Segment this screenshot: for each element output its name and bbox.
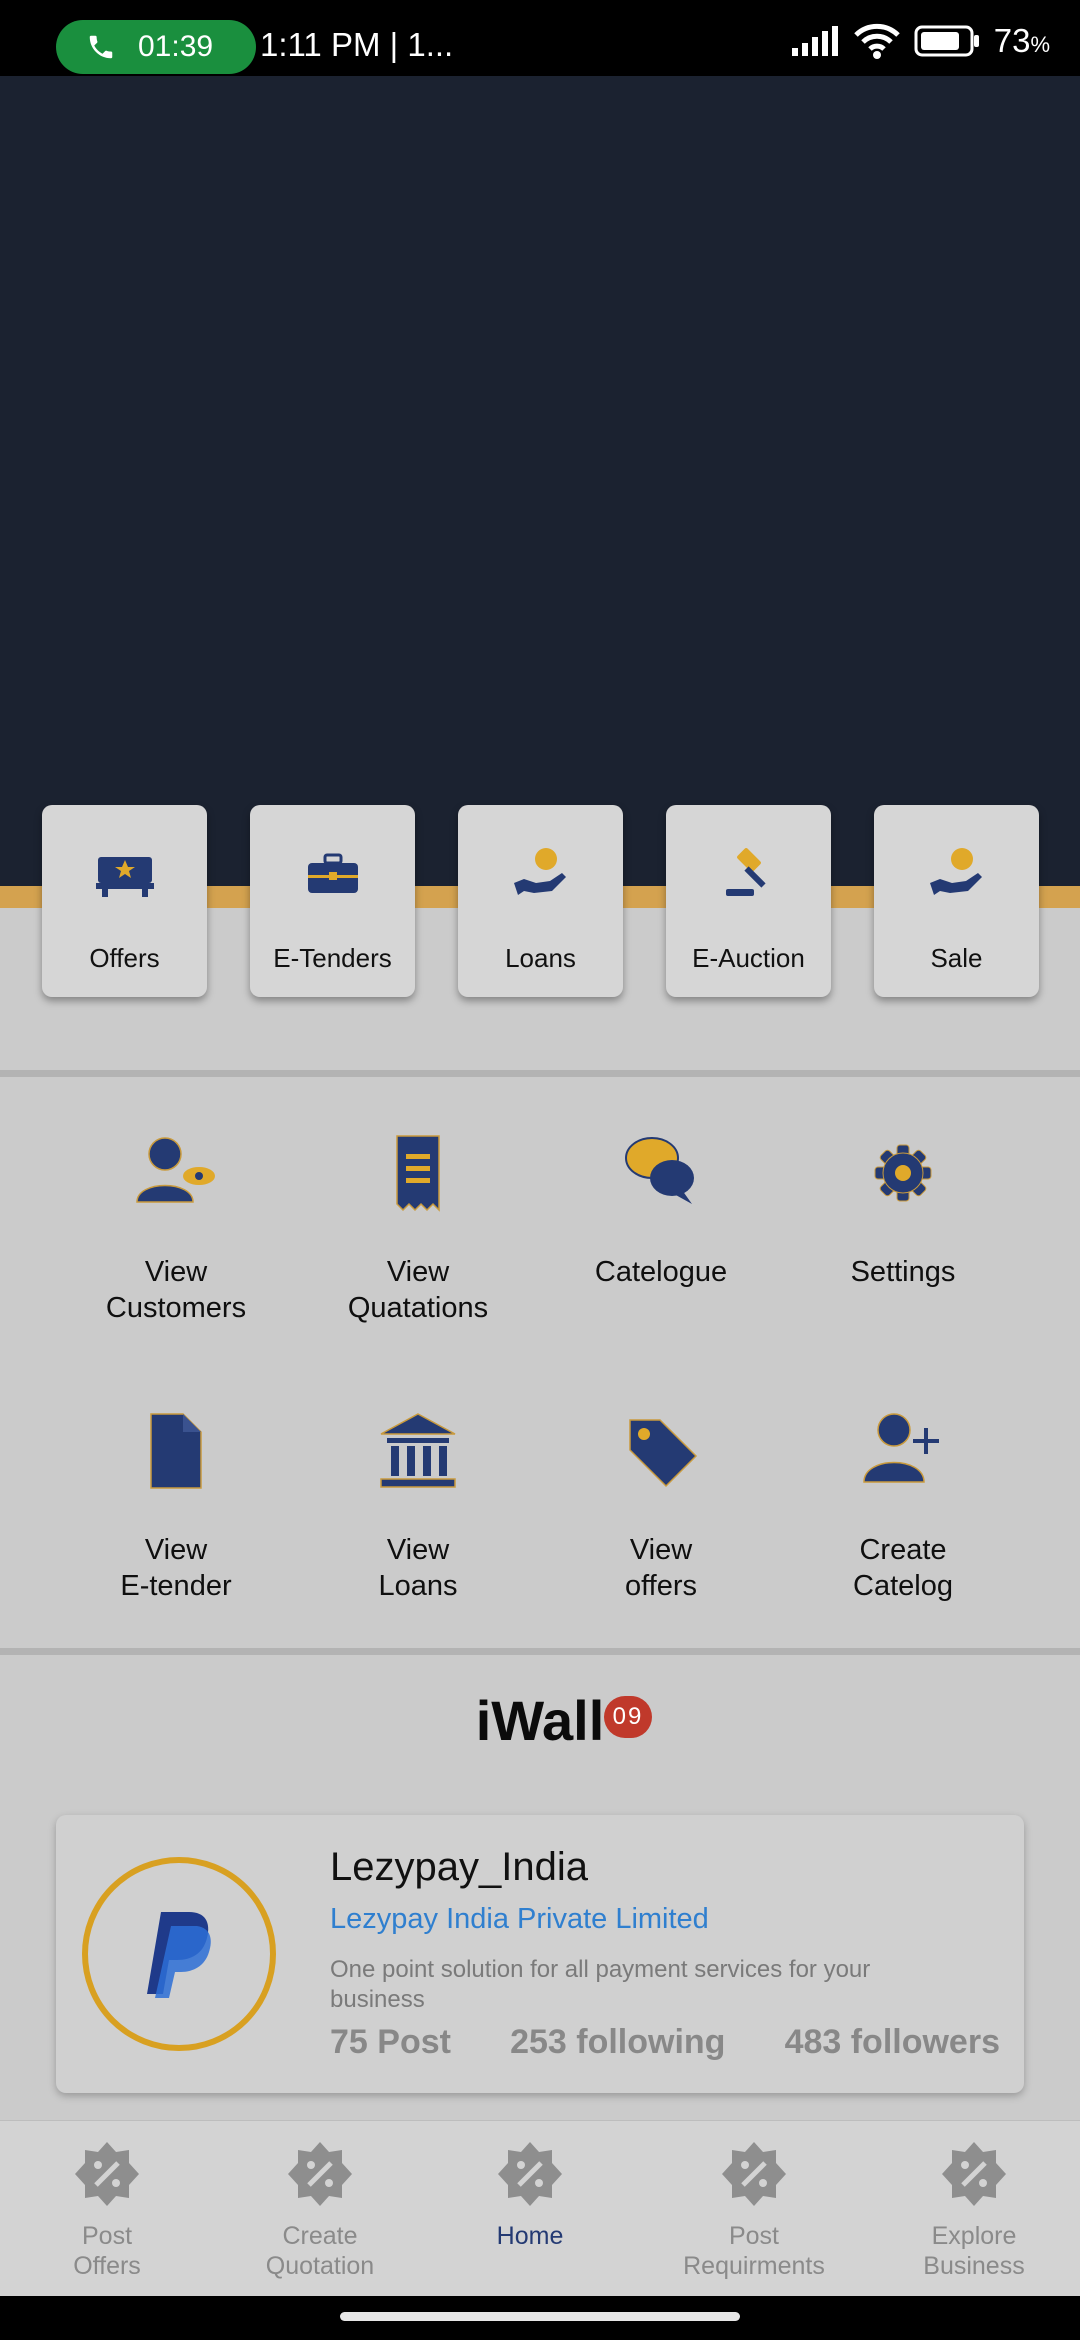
quick-action-label: E-Auction: [692, 943, 805, 973]
grid-item-label: View Customers: [105, 1256, 247, 1324]
tag-icon: [629, 1419, 698, 1488]
signal-icon: [791, 26, 838, 56]
quick-action-label: E-Tenders: [273, 943, 392, 973]
followers-count[interactable]: 483 followers: [785, 2023, 1000, 2062]
grid-item-settings[interactable]: Settings: [783, 1128, 1023, 1290]
quick-action-e-tenders[interactable]: E-Tenders: [250, 805, 415, 997]
post-count[interactable]: 75 Post: [330, 2023, 451, 2062]
profile-description: One point solution for all payment servi…: [330, 1956, 871, 2013]
avatar[interactable]: [82, 1857, 276, 2051]
hero-banner: [0, 76, 1080, 886]
status-bar: 01:39 1:11 PM | 1... 73%: [0, 0, 1080, 76]
quick-action-loans[interactable]: Loans: [458, 805, 623, 997]
briefcase-icon: [307, 853, 358, 893]
add-user-icon: [863, 1413, 939, 1483]
call-timer: 01:39: [138, 30, 214, 63]
discount-badge-icon: [498, 2142, 562, 2206]
receipt-icon: [396, 1135, 440, 1212]
following-count[interactable]: 253 following: [510, 2023, 725, 2062]
offers-tray-icon: [95, 857, 154, 897]
nav-post-requirments[interactable]: Post Requirments: [654, 2139, 854, 2281]
customer-eye-icon: [136, 1137, 215, 1203]
paypal-logo: [147, 1912, 211, 1998]
gesture-area: [0, 2296, 1080, 2340]
grid-item-create-catelog[interactable]: Create Catelog: [783, 1406, 1023, 1604]
nav-create-quotation[interactable]: Create Quotation: [220, 2139, 420, 2281]
discount-badge-icon: [942, 2142, 1006, 2206]
grid-item-catelogue[interactable]: Catelogue: [541, 1128, 781, 1290]
nav-label: Home: [496, 2222, 564, 2250]
quick-action-label: Offers: [89, 943, 160, 973]
chat-bubbles-icon: [625, 1137, 694, 1204]
grid-item-label: View Loans: [378, 1534, 458, 1602]
grid-item-label: View Quatations: [347, 1256, 489, 1324]
grid-item-label: View E-tender: [120, 1534, 232, 1602]
status-time: 1:11 PM | 1...: [260, 26, 454, 63]
section-divider: [0, 1648, 1080, 1655]
battery-icon: [914, 25, 979, 57]
quick-action-label: Loans: [505, 943, 576, 973]
feature-grid: View Customers View Quatations Catelogue: [0, 1078, 1080, 1648]
section-divider: [0, 1070, 1080, 1077]
hand-coin-icon: [929, 848, 982, 895]
status-icons: 73%: [791, 22, 1050, 60]
nav-label: Post Offers: [73, 2222, 141, 2280]
ongoing-call-pill[interactable]: 01:39: [56, 20, 256, 74]
nav-label: Create Quotation: [265, 2222, 375, 2280]
grid-item-label: View offers: [624, 1534, 697, 1602]
business-profile-card[interactable]: Lezypay_India Lezypay India Private Limi…: [56, 1815, 1024, 2093]
nav-label: Explore Business: [923, 2222, 1025, 2280]
grid-item-label: Settings: [850, 1256, 956, 1288]
hand-coin-icon: [513, 848, 566, 895]
quick-action-e-auction[interactable]: E-Auction: [666, 805, 831, 997]
gavel-icon: [725, 848, 766, 896]
battery-percent: 73%: [993, 22, 1050, 59]
discount-badge-icon: [722, 2142, 786, 2206]
grid-item-view-e-tender[interactable]: View E-tender: [56, 1406, 296, 1604]
gear-icon: [874, 1144, 932, 1202]
nav-explore-business[interactable]: Explore Business: [874, 2139, 1074, 2281]
grid-item-view-offers[interactable]: View offers: [541, 1406, 781, 1604]
discount-badge-icon: [75, 2142, 139, 2206]
bottom-navigation: Post Offers Create Quotation Home Post R…: [0, 2120, 1080, 2296]
grid-item-view-customers[interactable]: View Customers: [56, 1128, 296, 1326]
quick-action-offers[interactable]: Offers: [42, 805, 207, 997]
notification-badge: 09: [604, 1696, 652, 1738]
nav-post-offers[interactable]: Post Offers: [7, 2139, 207, 2281]
profile-stats: 75 Post 253 following 483 followers: [330, 2023, 1000, 2062]
quick-actions: Offers E-Tenders Loans E-Auction Sale: [42, 805, 1039, 997]
nav-label: Post Requirments: [683, 2222, 825, 2280]
quick-action-label: Sale: [930, 943, 983, 973]
iwall-title: iWall: [475, 1689, 605, 1752]
grid-item-view-loans[interactable]: View Loans: [298, 1406, 538, 1604]
discount-badge-icon: [288, 2142, 352, 2206]
grid-item-label: Create Catelog: [853, 1534, 953, 1602]
company-link[interactable]: Lezypay India Private Limited: [330, 1903, 709, 1936]
nav-home[interactable]: Home: [430, 2139, 630, 2251]
profile-name: Lezypay_India: [330, 1845, 588, 1889]
grid-item-view-quatations[interactable]: View Quatations: [298, 1128, 538, 1326]
phone-icon: [89, 35, 113, 59]
quick-action-sale[interactable]: Sale: [874, 805, 1039, 997]
wifi-icon: [853, 23, 900, 59]
grid-item-label: Catelogue: [594, 1256, 728, 1288]
home-gesture-handle[interactable]: [340, 2312, 740, 2321]
iwall-heading: iWall: [0, 1688, 1080, 1753]
document-icon: [150, 1413, 202, 1489]
bank-icon: [380, 1413, 456, 1488]
